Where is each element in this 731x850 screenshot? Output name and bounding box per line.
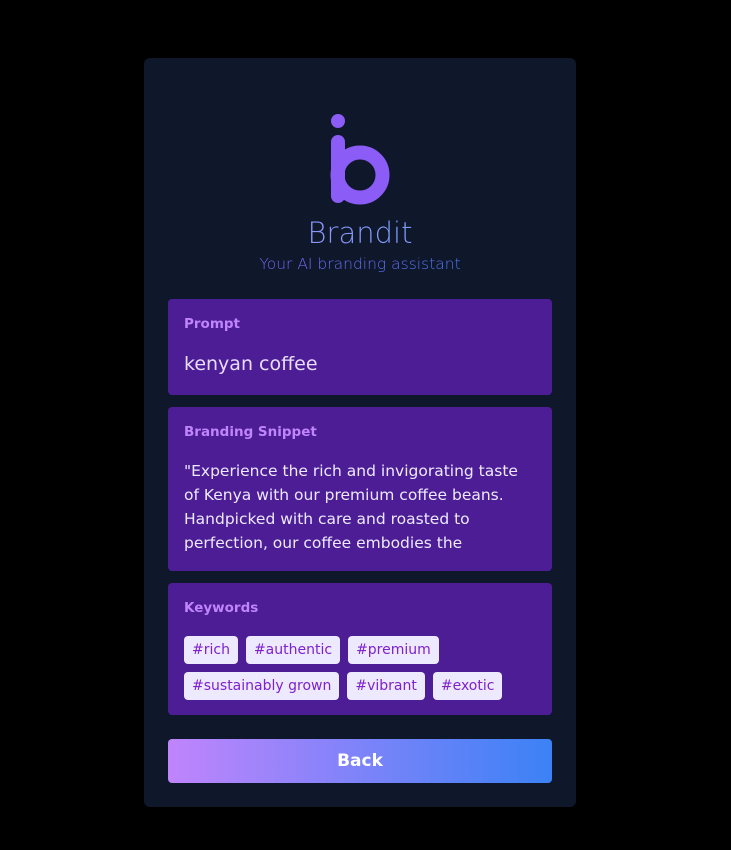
keyword-list: #rich #authentic #premium #sustainably g… <box>184 636 544 700</box>
prompt-label: Prompt <box>184 316 241 332</box>
branding-snippet-label: Branding Snippet <box>184 424 317 440</box>
brandit-logo-icon <box>330 114 390 205</box>
prompt-value: kenyan coffee <box>184 353 318 375</box>
keyword-tag: #premium <box>348 636 439 664</box>
back-button[interactable]: Back <box>168 739 552 783</box>
keyword-tag: #exotic <box>432 672 503 700</box>
result-card: Brandit Your AI branding assistant Promp… <box>144 58 576 807</box>
branding-snippet-section: Branding Snippet "Experience the rich an… <box>168 407 552 571</box>
brand-name: Brandit <box>144 215 576 251</box>
brand-tagline: Your AI branding assistant <box>144 254 576 274</box>
keyword-tag: #rich <box>184 636 238 664</box>
keyword-tag: #authentic <box>245 636 341 664</box>
prompt-section: Prompt kenyan coffee <box>168 299 552 395</box>
keyword-tag: #sustainably grown <box>184 672 340 700</box>
keywords-label: Keywords <box>184 600 259 616</box>
keywords-section: Keywords #rich #authentic #premium #sust… <box>168 583 552 715</box>
keyword-tag: #vibrant <box>347 672 425 700</box>
branding-snippet-text: "Experience the rich and invigorating ta… <box>184 462 518 552</box>
